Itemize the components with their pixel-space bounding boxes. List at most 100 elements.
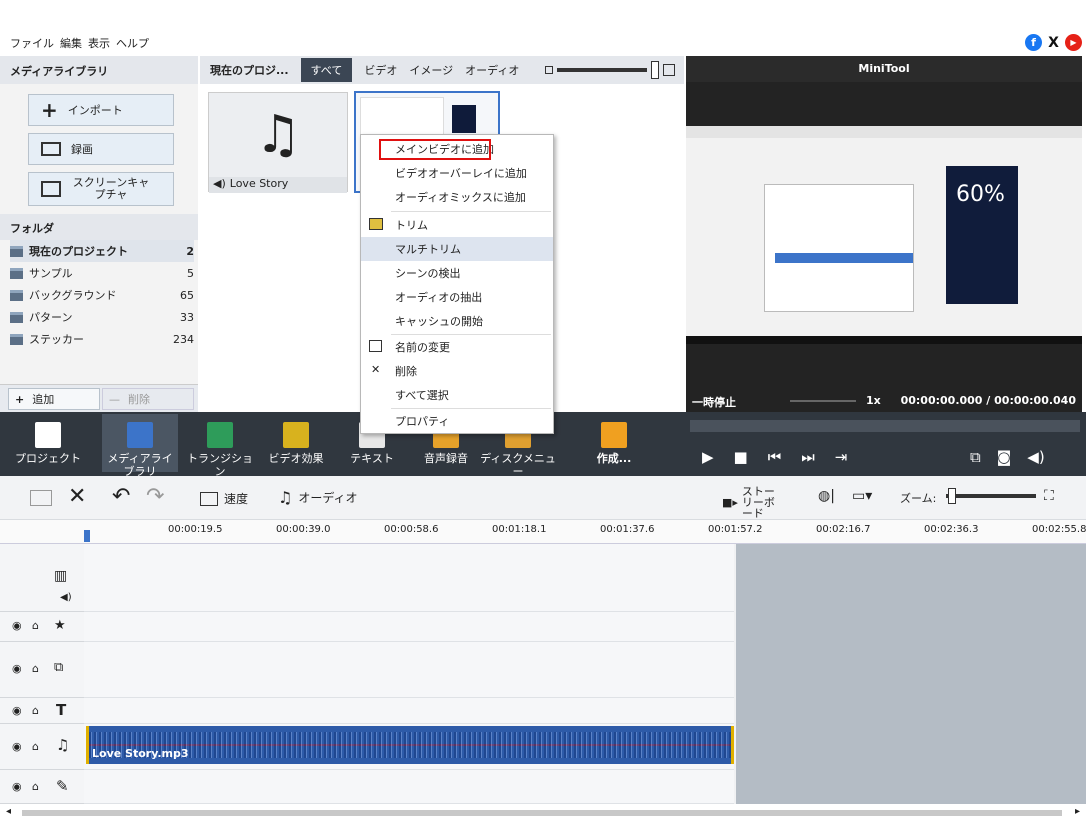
lock-icon[interactable]: ⌂: [32, 780, 39, 793]
folder-current-project[interactable]: 現在のプロジェクト 2: [10, 240, 194, 262]
folder-icon: [10, 245, 23, 257]
menu-scene-detect[interactable]: シーンの検出: [361, 261, 553, 285]
voice-track[interactable]: [84, 770, 734, 804]
scroll-left-icon[interactable]: ◂: [6, 806, 11, 817]
folders-title: フォルダ: [0, 214, 198, 240]
lock-icon[interactable]: ⌂: [32, 619, 39, 632]
speed-slider[interactable]: [790, 400, 856, 402]
record-button[interactable]: 録画: [28, 133, 174, 165]
play-icon[interactable]: ▶: [702, 448, 714, 466]
thumbnail-size-slider[interactable]: [545, 61, 676, 79]
folder-pattern[interactable]: パターン 33: [10, 306, 194, 328]
screen-capture-button[interactable]: スクリーンキャプチャ: [28, 172, 174, 206]
menu-trim[interactable]: トリム: [361, 213, 553, 237]
next-frame-icon[interactable]: ⏭: [801, 448, 815, 466]
zoom-slider[interactable]: [946, 494, 1036, 498]
eye-icon[interactable]: ◉: [12, 780, 22, 793]
audio-mixer-icon[interactable]: ◍|: [818, 488, 835, 504]
menu-multi-trim[interactable]: マルチトリム: [361, 237, 553, 261]
horizontal-scrollbar[interactable]: ◂ ▸: [6, 806, 1080, 820]
menu-view[interactable]: 表示: [88, 35, 110, 51]
folder-icon: [10, 311, 23, 323]
undo-icon[interactable]: ↶: [112, 484, 130, 509]
ruler-tick: 00:02:36.3: [924, 524, 979, 535]
tab-video[interactable]: ビデオ: [364, 62, 397, 78]
tab-project[interactable]: プロジェクト: [10, 418, 86, 465]
folder-sample[interactable]: サンプル 5: [10, 262, 194, 284]
tab-transition[interactable]: トランジション: [182, 418, 258, 478]
eye-icon[interactable]: ◉: [12, 662, 22, 675]
folder-sticker[interactable]: ステッカー 234: [10, 328, 194, 350]
volume-icon[interactable]: ◀): [60, 592, 72, 603]
volume-icon[interactable]: ◀): [1027, 448, 1044, 466]
audio-clip[interactable]: Love Story.mp3: [86, 726, 734, 764]
preview-ad: 60%: [946, 166, 1018, 304]
fit-icon[interactable]: ⛶: [1044, 488, 1054, 504]
minus-icon: —: [109, 392, 120, 406]
ruler-tick: 00:01:18.1: [492, 524, 547, 535]
menu-add-audio-mix[interactable]: オーディオミックスに追加: [361, 185, 553, 209]
add-folder-button[interactable]: + 追加: [8, 388, 100, 410]
speed-button[interactable]: 速度: [200, 490, 248, 507]
main-video-track[interactable]: [84, 544, 734, 612]
tab-media-library[interactable]: メディアライブラリ: [102, 414, 178, 478]
video-overlay-track[interactable]: [84, 642, 734, 698]
lock-icon[interactable]: ⌂: [32, 662, 39, 675]
library-icon: [127, 422, 153, 448]
speed-value: 1x: [866, 394, 881, 407]
transition-icon: [207, 422, 233, 448]
scroll-thumb[interactable]: [22, 810, 1062, 816]
detach-icon[interactable]: ⧉: [970, 448, 981, 466]
display-options-icon[interactable]: ▭▾: [852, 488, 872, 504]
tab-video-effects[interactable]: ビデオ効果: [258, 418, 334, 465]
eye-icon[interactable]: ◉: [12, 619, 22, 632]
fullscreen-toggle-icon[interactable]: ⇥: [835, 448, 848, 466]
text-track[interactable]: [84, 698, 734, 724]
menu-rename[interactable]: 名前の変更: [361, 335, 553, 359]
prev-frame-icon[interactable]: ⏮: [768, 448, 782, 466]
overlay-track-header: ◉ ⌂ ★: [0, 612, 84, 642]
eye-icon[interactable]: ◉: [12, 740, 22, 753]
menu-file[interactable]: ファイル: [10, 35, 54, 51]
lock-icon[interactable]: ⌂: [32, 704, 39, 717]
menu-help[interactable]: ヘルプ: [116, 35, 149, 51]
seek-bar[interactable]: [690, 420, 1080, 432]
menu-edit[interactable]: 編集: [60, 35, 82, 51]
tab-image[interactable]: イメージ: [409, 62, 453, 78]
zoom-slider-thumb[interactable]: [948, 488, 956, 504]
menu-start-cache[interactable]: キャッシュの開始: [361, 309, 553, 333]
facebook-icon[interactable]: f: [1025, 34, 1042, 51]
tab-audio[interactable]: オーディオ: [465, 62, 519, 78]
delete-icon[interactable]: ✕: [68, 484, 86, 509]
menu-properties[interactable]: プロパティ: [361, 409, 553, 433]
x-icon[interactable]: X: [1045, 34, 1062, 51]
redo-icon[interactable]: ↷: [146, 484, 164, 509]
overlay-track[interactable]: [84, 612, 734, 642]
menu-add-video-overlay[interactable]: ビデオオーバーレイに追加: [361, 161, 553, 185]
playhead[interactable]: [84, 530, 90, 542]
import-button[interactable]: + インポート: [28, 94, 174, 126]
delete-folder-button[interactable]: — 削除: [102, 388, 194, 410]
preview-title: MiniTool: [686, 56, 1082, 82]
media-item-audio[interactable]: ♫ ◀) Love Story: [208, 92, 348, 193]
ruler-tick: 00:00:39.0: [276, 524, 331, 535]
menu-delete[interactable]: ✕ 削除: [361, 359, 553, 383]
eye-icon[interactable]: ◉: [12, 704, 22, 717]
plus-icon: +: [15, 392, 25, 406]
folder-background[interactable]: バックグラウンド 65: [10, 284, 194, 306]
stop-icon[interactable]: ■: [734, 448, 748, 466]
scroll-right-icon[interactable]: ▸: [1075, 806, 1080, 817]
cut-icon[interactable]: [30, 490, 52, 506]
audio-button[interactable]: ♫ オーディオ: [278, 488, 358, 507]
menu-select-all[interactable]: すべて選択: [361, 383, 553, 407]
star-icon: ★: [54, 618, 66, 633]
produce-button[interactable]: 作成...: [576, 418, 652, 465]
timeline-ruler[interactable]: 00:00:19.5 00:00:39.0 00:00:58.6 00:01:1…: [0, 520, 1086, 544]
snapshot-icon[interactable]: ◙: [997, 448, 1012, 466]
media-library-panel: メディアライブラリ + インポート 録画 スクリーンキャプチャ フォルダ 現在のプ…: [0, 56, 198, 412]
youtube-icon[interactable]: ▶: [1065, 34, 1082, 51]
menu-extract-audio[interactable]: オーディオの抽出: [361, 285, 553, 309]
tab-all[interactable]: すべて: [300, 58, 353, 82]
lock-icon[interactable]: ⌂: [32, 740, 39, 753]
storyboard-button[interactable]: ■▸ ストーリーボード: [722, 486, 782, 519]
